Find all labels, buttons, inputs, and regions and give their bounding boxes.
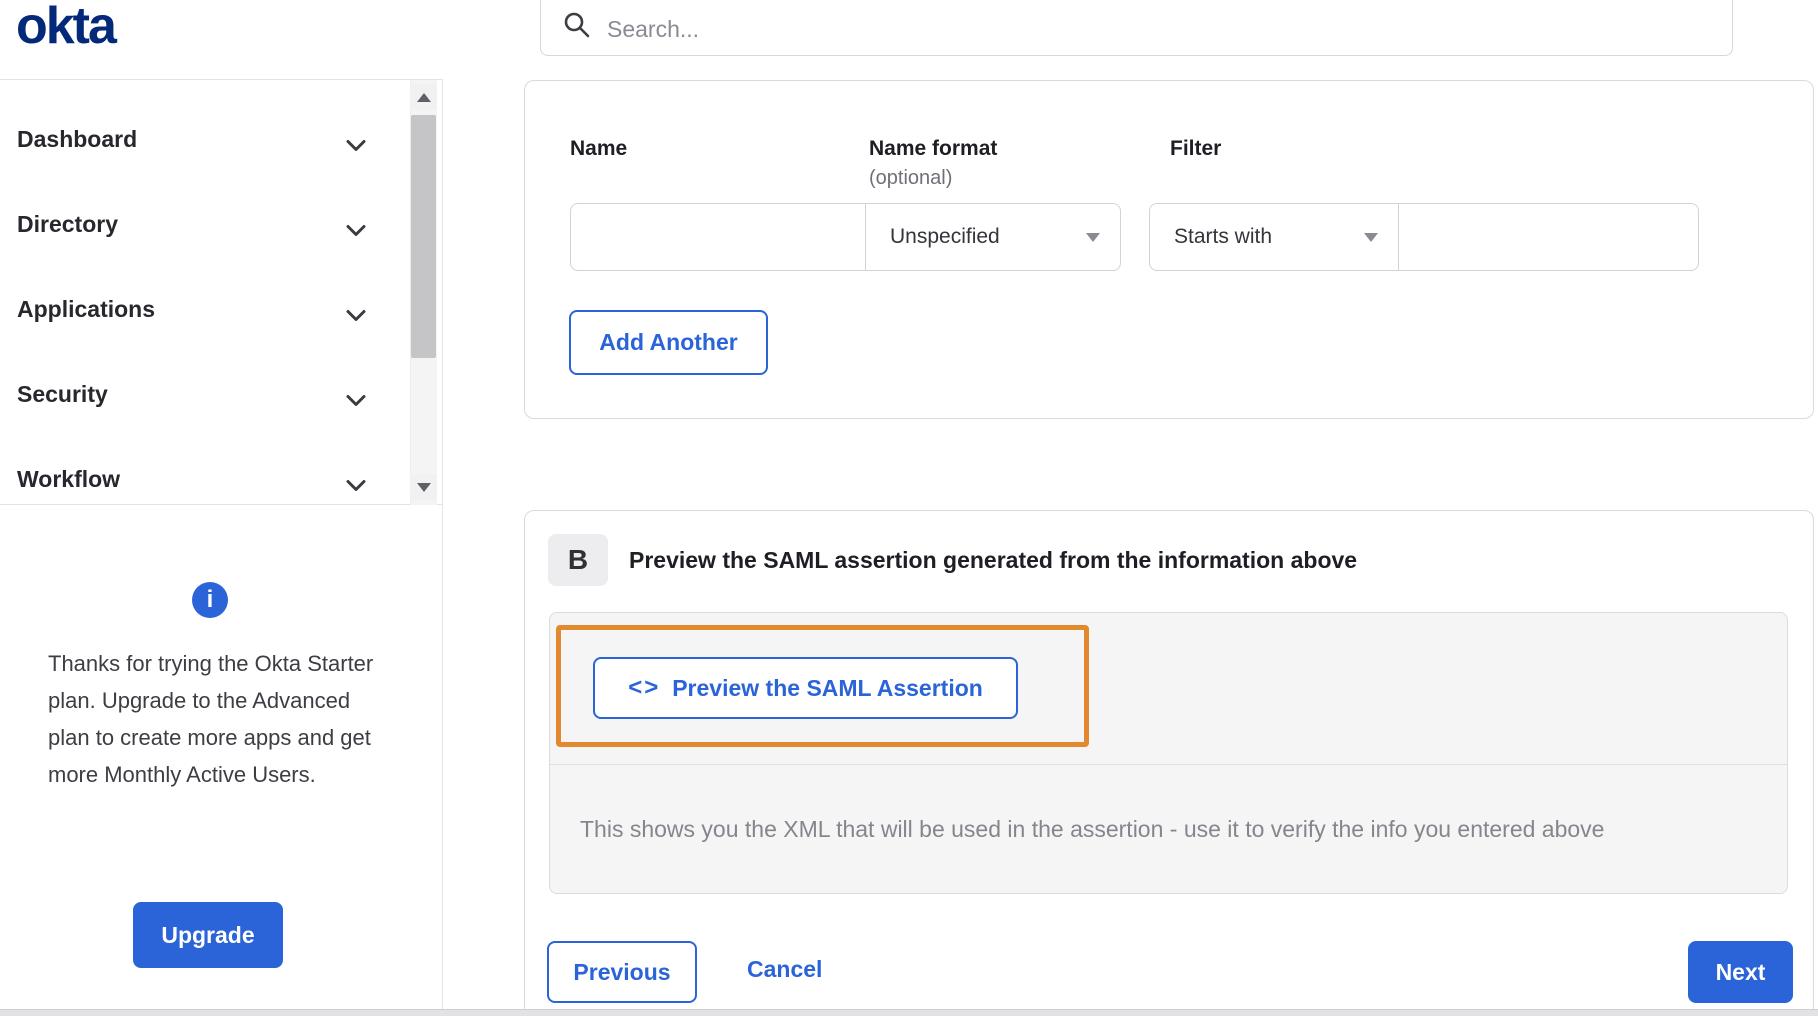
filter-value-input[interactable]: [1398, 203, 1699, 271]
preview-box: <> Preview the SAML Assertion This shows…: [549, 612, 1788, 894]
sidebar-item-applications[interactable]: Applications: [0, 285, 410, 333]
upgrade-button[interactable]: Upgrade: [133, 902, 283, 968]
info-icon: i: [192, 582, 228, 618]
dropdown-caret-icon: [1364, 232, 1378, 242]
preview-button-section: <> Preview the SAML Assertion: [550, 613, 1787, 765]
chevron-down-icon: [345, 302, 367, 329]
preview-saml-assertion-button[interactable]: <> Preview the SAML Assertion: [593, 657, 1018, 719]
sidebar-item-dashboard[interactable]: Dashboard: [0, 115, 410, 163]
upgrade-message: Thanks for trying the Okta Starter plan.…: [48, 651, 374, 787]
previous-button[interactable]: Previous: [547, 941, 697, 1003]
bottom-edge-strip: [0, 1009, 1818, 1016]
sidebar-item-workflow[interactable]: Workflow: [0, 455, 410, 503]
preview-button-label: Preview the SAML Assertion: [672, 674, 983, 701]
upgrade-panel: i Thanks for trying the Okta Starter pla…: [0, 505, 443, 1009]
sidebar-item-label: Applications: [17, 295, 156, 322]
preview-section-title: Preview the SAML assertion generated fro…: [629, 547, 1358, 573]
attribute-statements-card: Name Name format (optional) Filter Unspe…: [524, 80, 1814, 419]
step-b-badge: B: [548, 534, 608, 586]
sidebar-item-label: Directory: [17, 210, 118, 237]
sidebar-item-label: Security: [17, 380, 108, 407]
okta-logo: okta: [16, 0, 117, 55]
add-another-button[interactable]: Add Another: [569, 310, 768, 375]
filter-operator-select[interactable]: Starts with: [1149, 203, 1399, 271]
name-format-optional-hint: (optional): [869, 167, 953, 189]
name-column-label: Name: [570, 137, 628, 160]
global-search: [540, 0, 1733, 56]
scrollbar-up-arrow[interactable]: [410, 84, 437, 110]
sidebar-nav: Dashboard Directory Applications Securit…: [0, 80, 443, 505]
cancel-link[interactable]: Cancel: [747, 956, 822, 983]
sidebar-item-label: Workflow: [17, 465, 121, 492]
filter-column-label: Filter: [1170, 137, 1222, 160]
sidebar-item-label: Dashboard: [17, 125, 138, 152]
search-input[interactable]: [605, 15, 1732, 44]
scrollbar-down-arrow[interactable]: [410, 474, 437, 500]
name-format-select[interactable]: Unspecified: [865, 203, 1121, 271]
search-icon: [563, 11, 591, 44]
chevron-down-icon: [345, 132, 367, 159]
sidebar-item-directory[interactable]: Directory: [0, 200, 410, 248]
chevron-down-icon: [345, 217, 367, 244]
triangle-down-icon: [416, 482, 431, 492]
attribute-name-input[interactable]: [570, 203, 866, 271]
dropdown-caret-icon: [1086, 232, 1100, 242]
chevron-down-icon: [345, 472, 367, 499]
triangle-up-icon: [416, 92, 431, 102]
next-button[interactable]: Next: [1688, 941, 1793, 1003]
preview-hint-text: This shows you the XML that will be used…: [580, 816, 1605, 842]
chevron-down-icon: [345, 387, 367, 414]
sidebar-scrollbar-thumb[interactable]: [411, 115, 436, 358]
name-format-column-label: Name format: [869, 137, 998, 160]
sidebar-item-security[interactable]: Security: [0, 370, 410, 418]
filter-operator-selected-value: Starts with: [1174, 225, 1273, 248]
okta-admin-window: okta Dashboard Directory Applications Se…: [0, 0, 1818, 1016]
code-brackets-icon: <>: [628, 674, 661, 701]
name-format-selected-value: Unspecified: [890, 225, 1000, 248]
preview-assertion-card: B Preview the SAML assertion generated f…: [524, 510, 1814, 1016]
